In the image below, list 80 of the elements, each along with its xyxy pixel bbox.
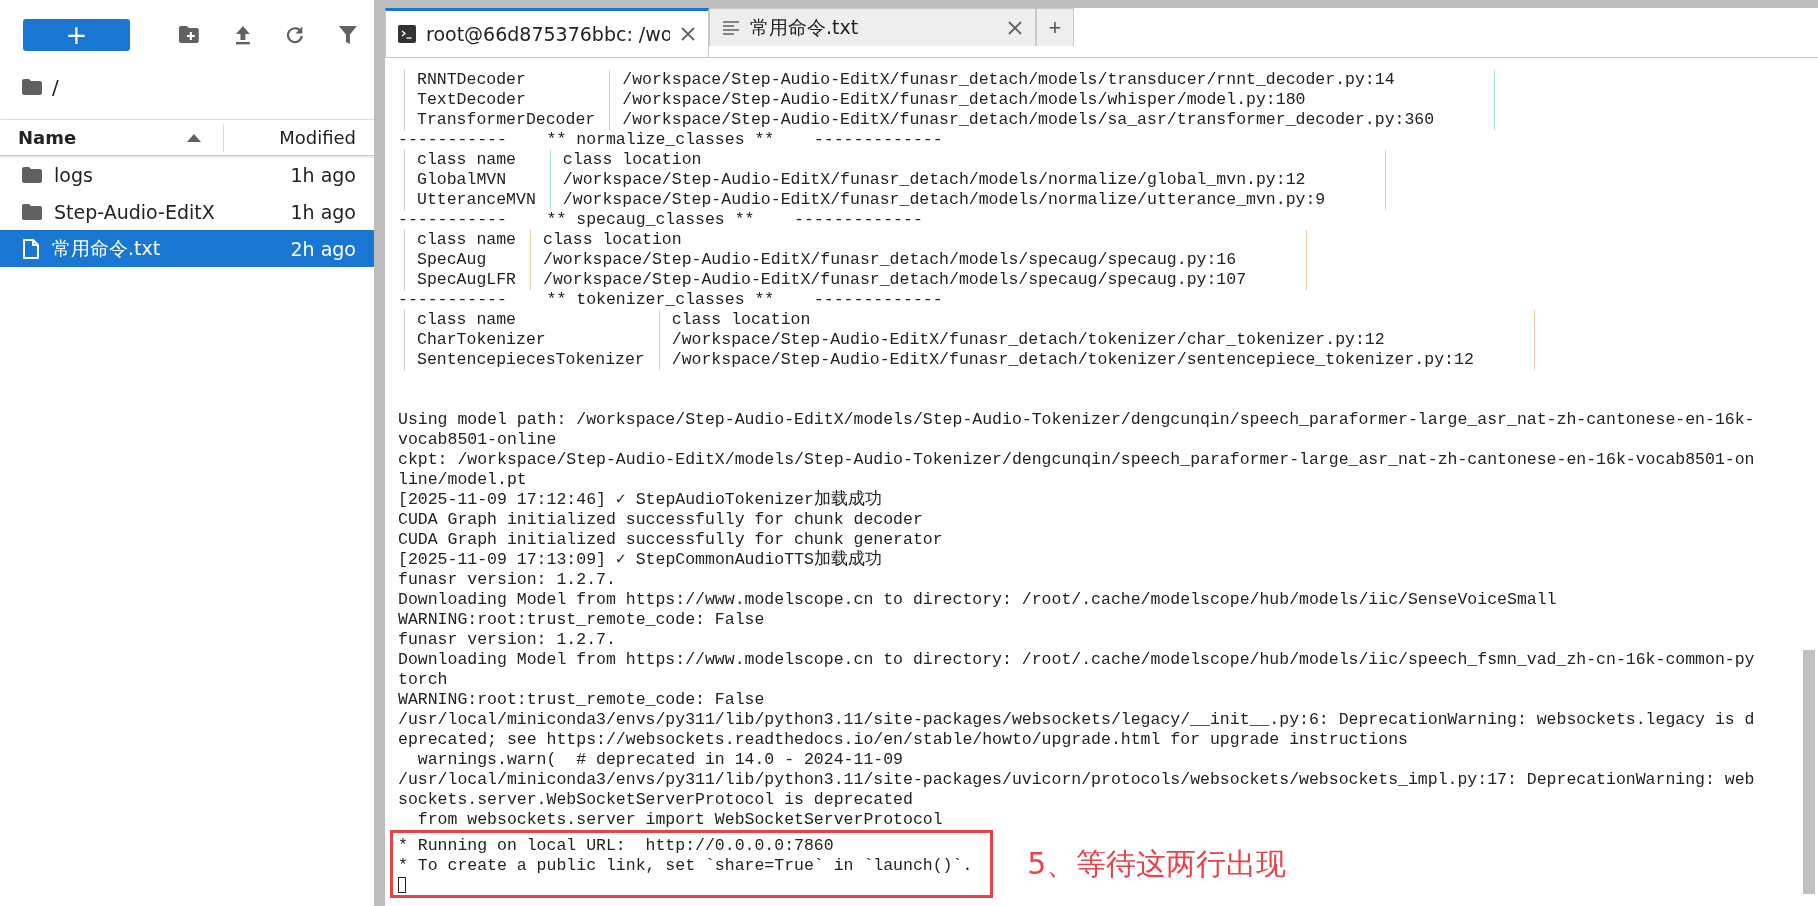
text-file-icon <box>722 19 740 36</box>
table-cell: /workspace/Step-Audio-EditX/funasr_detach/models/specaug/specaug.py:107 <box>530 270 1308 290</box>
table-cell: GlobalMVN <box>404 170 550 190</box>
terminal-line: WARNING:root:trust_remote_code: False <box>398 690 766 710</box>
folder-icon <box>22 203 42 220</box>
file-name: Step-Audio-EditX <box>54 200 216 223</box>
upload-icon[interactable] <box>233 25 252 45</box>
table-cell: TransformerDecoder <box>404 110 610 130</box>
close-icon[interactable] <box>680 26 696 42</box>
terminal-line: funasr version: 1.2.7. <box>398 570 617 590</box>
modified-time: 1h ago <box>290 200 356 223</box>
terminal-line: WARNING:root:trust_remote_code: False <box>398 610 766 630</box>
file-row[interactable]: Step-Audio-EditX 1h ago <box>0 193 374 230</box>
table-cell: SpecAug <box>404 250 531 270</box>
table-cell: /workspace/Step-Audio-EditX/funasr_detach/models/normalize/utterance_mvn.py:9 <box>549 190 1387 210</box>
terminal-line: sockets.server.WebSocketServerProtocol is deprecated <box>398 790 914 810</box>
terminal-line: funasr version: 1.2.7. <box>398 630 617 650</box>
terminal-line: Downloading Model from https://www.modelscope.cn to directory: /root/.cache/modelscope/hub/models/iic/SenseVoiceSmall <box>398 590 1558 610</box>
table-cell: class location <box>549 150 1387 170</box>
terminal-line: [2025-11-09 17:13:09] ✓ StepCommonAudioTTS加载成功 <box>398 550 883 570</box>
table-cell: SentencepiecesTokenizer <box>404 350 659 370</box>
table-cell: /workspace/Step-Audio-EditX/funasr_detach/models/whisper/model.py:180 <box>609 90 1496 110</box>
terminal-icon <box>398 25 416 43</box>
table-cell: TextDecoder <box>404 90 610 110</box>
file-name: 常用命令.txt <box>52 235 162 261</box>
table-cell: /workspace/Step-Audio-EditX/funasr_detach/models/transducer/rnnt_decoder.py:14 <box>609 70 1496 90</box>
table-cell: /workspace/Step-Audio-EditX/funasr_detach/tokenizer/char_tokenizer.py:12 <box>658 330 1535 350</box>
terminal-line: CUDA Graph initialized successfully for chunk decoder <box>398 510 924 530</box>
terminal-line: ----------- ** normalize_classes ** ------------- <box>398 130 944 150</box>
file-icon <box>22 238 40 259</box>
tab[interactable]: 常用命令.txt <box>709 8 1036 46</box>
terminal-line: vocab8501-online <box>398 430 558 450</box>
table-cell: UtteranceMVN <box>404 190 550 210</box>
terminal-line: eprecated; see https://websockets.readthedocs.io/en/stable/howto/upgrade.html for upgrade instructions <box>398 730 1409 750</box>
file-row[interactable]: 常用命令.txt 2h ago <box>0 230 374 267</box>
terminal-line: ----------- ** tokenizer_classes ** ------------- <box>398 290 944 310</box>
terminal-line: ckpt: /workspace/Step-Audio-EditX/models/Step-Audio-Tokenizer/dengcunqin/speech_paraformer-large_asr_nat-zh-cantonese-en-16k-vocab8501-on <box>398 450 1756 470</box>
modified-time: 2h ago <box>290 237 356 260</box>
cursor-icon <box>398 877 406 893</box>
column-header[interactable]: Name <box>18 127 77 148</box>
terminal-line: /usr/local/miniconda3/envs/py311/lib/python3.11/site-packages/websockets/legacy/__init__.py:6: DeprecationWarning: websockets.legacy is d <box>398 710 1756 730</box>
terminal-line: torch <box>398 670 449 690</box>
terminal-line: * Running on local URL: http://0.0.0.0:7860 <box>398 836 835 856</box>
table-cell: class name <box>404 230 531 250</box>
new-folder-icon[interactable] <box>177 25 200 45</box>
terminal-line: CUDA Graph initialized successfully for chunk generator <box>398 530 944 550</box>
annotation-note: 5、等待这两行出现 <box>1026 845 1288 883</box>
table-cell: class name <box>404 310 659 330</box>
terminal-line: warnings.warn( # deprecated in 14.0 - 2024-11-09 <box>416 750 904 770</box>
table-cell: class name <box>404 150 550 170</box>
terminal-line: Downloading Model from https://www.modelscope.cn to directory: /root/.cache/modelscope/hub/models/iic/speech_fsmn_vad_zh-cn-16k-common-py <box>398 650 1756 670</box>
refresh-icon[interactable] <box>285 25 306 45</box>
scrollbar-thumb[interactable] <box>1803 650 1815 894</box>
terminal-line: [2025-11-09 17:12:46] ✓ StepAudioTokenizer加载成功 <box>398 490 883 510</box>
table-cell: /workspace/Step-Audio-EditX/funasr_detach/tokenizer/sentencepiece_tokenizer.py:12 <box>658 350 1535 370</box>
terminal-line: * To create a public link, set `share=True` in `launch()`. <box>398 856 973 876</box>
terminal-line: from websockets.server import WebSocketServerProtocol <box>416 810 944 830</box>
folder-icon <box>22 79 42 95</box>
terminal-line: Using model path: /workspace/Step-Audio-EditX/models/Step-Audio-Tokenizer/dengcunqin/speech_paraformer-large_asr_nat-zh-cantonese-en-16k- <box>398 410 1756 430</box>
filter-icon[interactable] <box>339 25 357 45</box>
table-cell: class location <box>530 230 1308 250</box>
terminal-line: ----------- ** specaug_classes ** ------------- <box>398 210 924 230</box>
add-tab-button[interactable]: + <box>1036 8 1074 46</box>
table-cell: RNNTDecoder <box>404 70 610 90</box>
table-cell: /workspace/Step-Audio-EditX/funasr_detach/models/sa_asr/transformer_decoder.py:360 <box>609 110 1496 130</box>
terminal-line: /usr/local/miniconda3/envs/py311/lib/python3.11/site-packages/uvicorn/protocols/websockets/websockets_impl.py:17: DeprecationWarning: web <box>398 770 1756 790</box>
breadcrumb[interactable]: / <box>52 75 59 99</box>
file-row[interactable]: logs 1h ago <box>0 156 374 193</box>
table-cell: /workspace/Step-Audio-EditX/funasr_detach/models/specaug/specaug.py:16 <box>530 250 1308 270</box>
table-cell: class location <box>658 310 1535 330</box>
column-header[interactable]: Modified <box>279 127 356 148</box>
table-cell: CharTokenizer <box>404 330 659 350</box>
close-icon[interactable] <box>1007 19 1023 36</box>
folder-icon <box>22 166 42 183</box>
table-cell: /workspace/Step-Audio-EditX/funasr_detach/models/normalize/global_mvn.py:12 <box>549 170 1387 190</box>
file-name: logs <box>54 163 94 186</box>
modified-time: 1h ago <box>290 163 356 186</box>
terminal-line: line/model.pt <box>398 470 528 490</box>
table-cell: SpecAugLFR <box>404 270 531 290</box>
new-button[interactable]: + <box>23 19 130 51</box>
